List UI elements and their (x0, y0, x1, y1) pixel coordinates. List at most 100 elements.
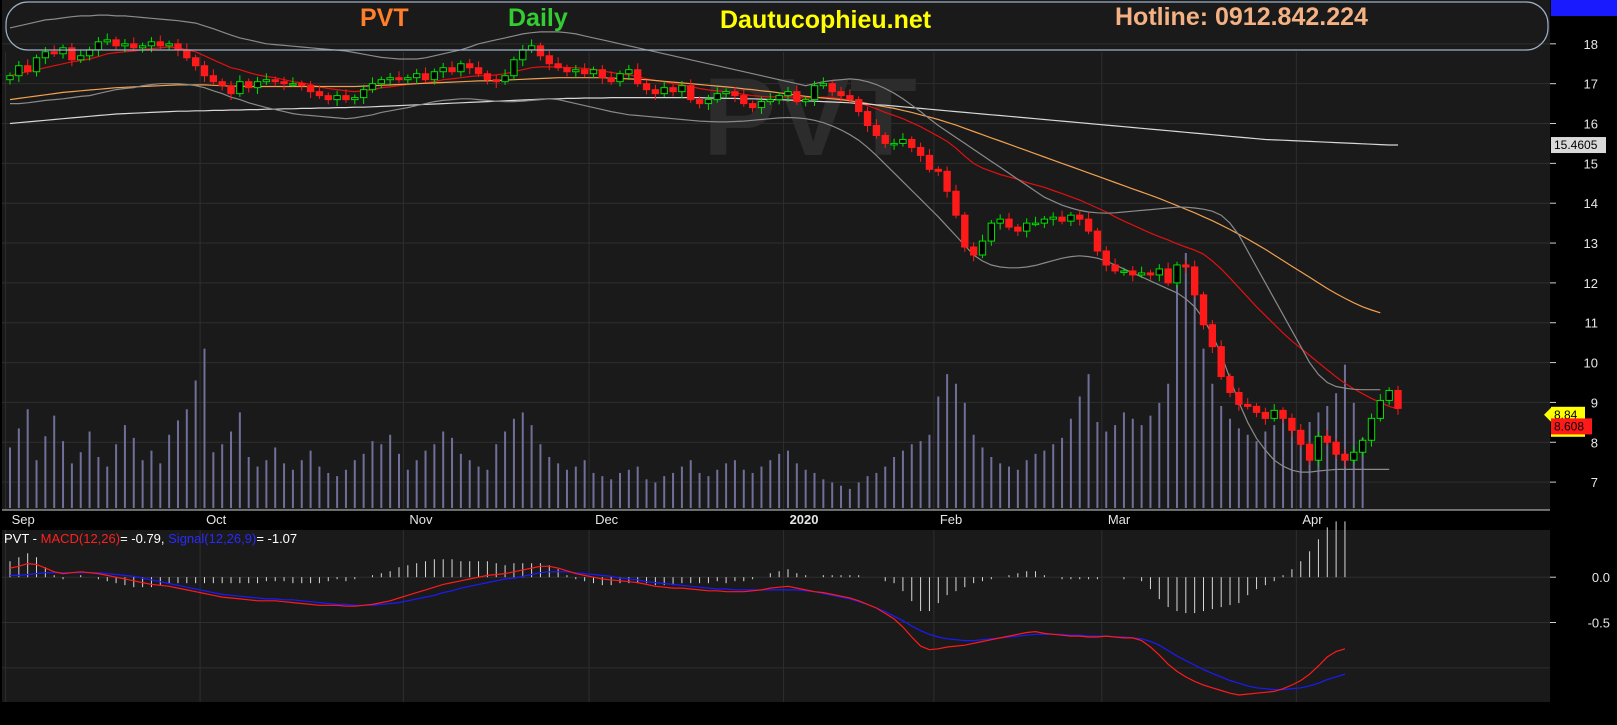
candle-down (916, 146, 925, 156)
macd-panel (2, 530, 1550, 702)
candle-down (1005, 218, 1013, 228)
candle-up (1367, 417, 1376, 441)
candle-down (218, 81, 226, 87)
candle-up (616, 73, 624, 83)
candle-down (298, 83, 306, 87)
candle-down (748, 103, 757, 109)
candle-down (943, 170, 951, 192)
candle-down (1058, 216, 1066, 222)
candle-down (863, 111, 872, 127)
candle-down (1341, 453, 1349, 461)
candle-up (289, 83, 297, 86)
candle-down (1226, 376, 1234, 393)
candle-down (1014, 226, 1022, 232)
candle-down (483, 73, 492, 81)
candle-up (386, 77, 394, 81)
candle-up (784, 91, 792, 97)
candle-down (183, 49, 191, 59)
candle-up (775, 95, 783, 101)
candle-down (1093, 230, 1102, 252)
candle-up (1040, 218, 1049, 224)
candle-up (810, 85, 819, 101)
candle-up (890, 142, 898, 146)
candle-up (1049, 216, 1057, 220)
candle-up (165, 43, 173, 47)
candle-up (1270, 409, 1278, 419)
candle-up (94, 41, 103, 51)
candle-up (589, 69, 598, 75)
price-tick-label: 10 (1584, 356, 1598, 371)
candle-down (1288, 417, 1296, 431)
candle-up (819, 83, 828, 87)
candle-up (801, 99, 810, 103)
price-tick-label: 7 (1591, 475, 1598, 490)
price-tag-label: 8.608 (1554, 419, 1584, 433)
candle-down (1129, 270, 1137, 276)
candle-down (492, 79, 500, 83)
candle-down (580, 69, 589, 75)
candle-up (1385, 389, 1393, 401)
month-label: Feb (940, 512, 962, 527)
candle-down (50, 51, 58, 55)
stock-chart: PVT PVT Daily Dautucophieu.net Hotline: … (0, 0, 1617, 720)
candle-down (934, 168, 942, 172)
candle-down (421, 73, 430, 81)
header-symbol: PVT (360, 4, 409, 32)
candle-down (855, 99, 863, 113)
signal-value: = -1.07 (256, 531, 297, 546)
candle-up (359, 89, 368, 99)
candle-down (200, 65, 209, 77)
candle-up (1120, 270, 1128, 273)
candle-down (271, 79, 279, 83)
candle-up (1376, 399, 1385, 419)
macd-tag-label: -1.07169 (1555, 0, 1603, 3)
candle-down (1332, 441, 1340, 455)
candle-down (731, 91, 739, 97)
candle-down (1182, 264, 1190, 268)
candle-up (713, 93, 721, 101)
candle-up (333, 95, 341, 101)
month-label: 2020 (790, 512, 819, 527)
candle-down (669, 87, 677, 93)
price-tick-label: 12 (1584, 276, 1598, 291)
candle-down (908, 138, 916, 148)
macd-title-prefix: PVT - (4, 531, 41, 546)
candle-down (598, 69, 607, 79)
candle-down (1190, 266, 1199, 296)
candle-down (112, 39, 120, 47)
candle-down (1297, 429, 1305, 445)
candle-up (1137, 272, 1146, 276)
candle-up (138, 45, 147, 49)
candle-down (634, 69, 642, 85)
candle-down (1111, 264, 1119, 272)
candle-up (147, 41, 156, 47)
price-tick-label: 8 (1591, 435, 1598, 450)
candle-up (6, 75, 14, 81)
candle-up (412, 73, 421, 79)
candle-up (368, 83, 377, 91)
candle-up (766, 99, 774, 103)
month-label: Oct (206, 512, 227, 527)
candle-down (245, 81, 253, 89)
candle-up (678, 85, 686, 93)
signal-label: Signal(12,26,9) (168, 531, 256, 546)
price-tick-label: 18 (1584, 37, 1598, 52)
candle-up (430, 71, 439, 81)
candle-up (572, 69, 580, 73)
candle-down (1164, 268, 1172, 284)
month-label: Dec (595, 512, 619, 527)
candle-up (236, 81, 244, 95)
candle-up (1031, 222, 1040, 226)
candle-up (757, 101, 766, 109)
candle-down (306, 85, 315, 93)
candle-up (704, 99, 713, 105)
candle-down (925, 154, 934, 170)
candle-up (1350, 451, 1358, 461)
month-label: Nov (409, 512, 433, 527)
candle-down (466, 63, 474, 69)
header-hotline: Hotline: 0912.842.224 (1115, 3, 1368, 31)
macd-tick-label: -0.5 (1588, 616, 1610, 631)
candle-down (563, 67, 571, 73)
macd-label: MACD(12,26) (41, 531, 120, 546)
watermark: PVT (703, 56, 917, 179)
